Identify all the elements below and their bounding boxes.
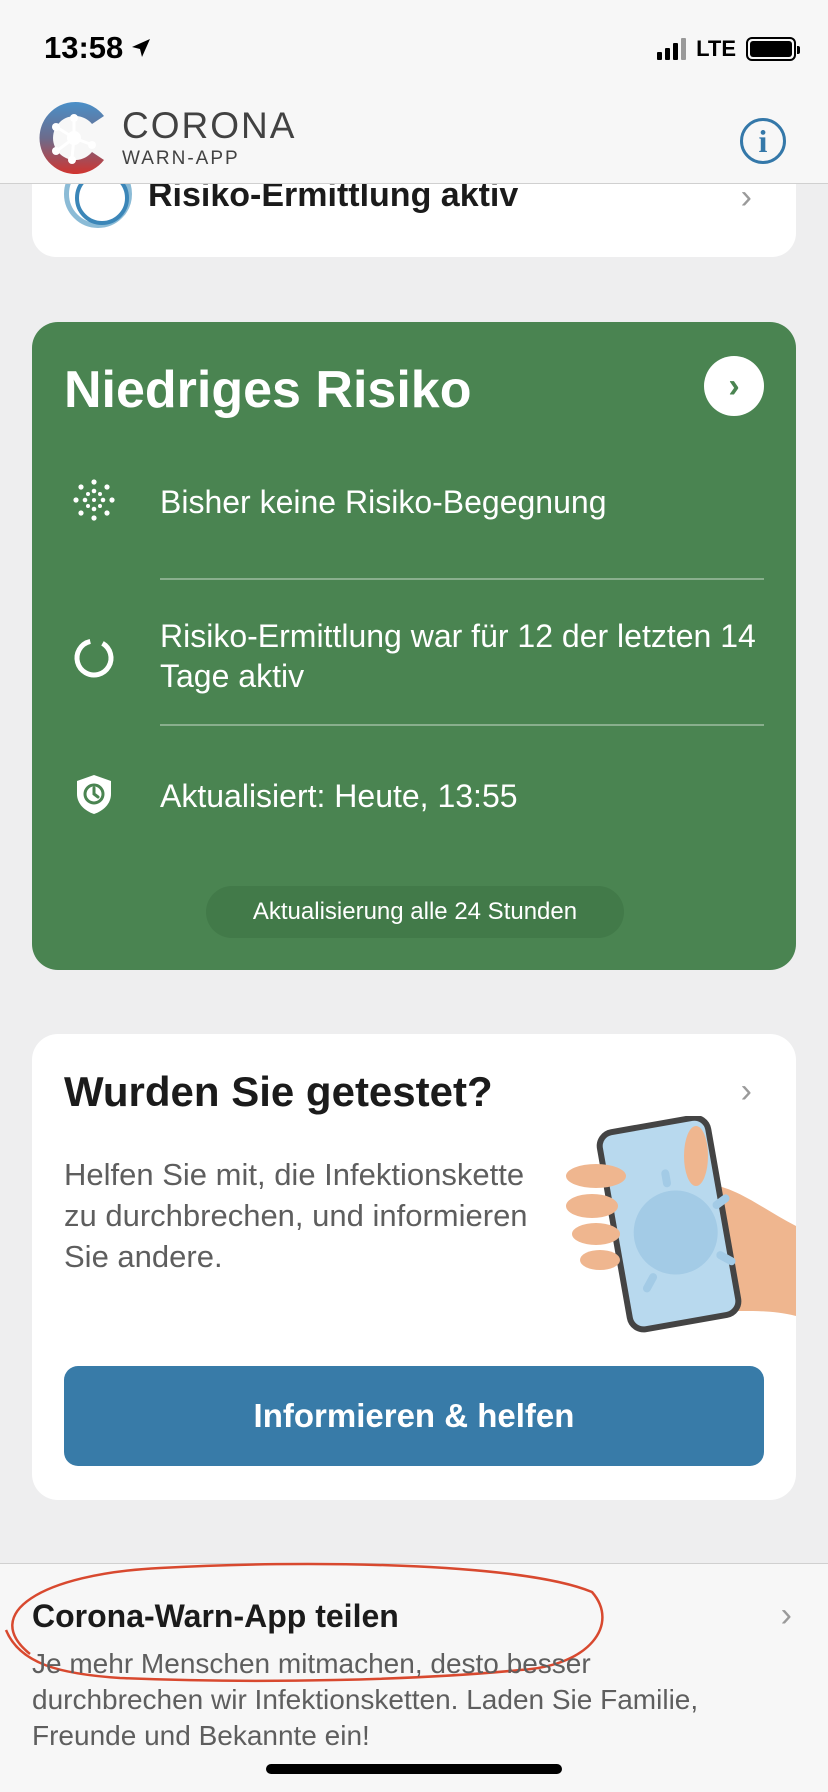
risk-divider <box>160 578 764 580</box>
test-card-title: Wurden Sie getestet? <box>64 1068 493 1115</box>
chevron-right-icon: › <box>740 1072 752 1110</box>
home-indicator[interactable] <box>266 1764 562 1774</box>
risk-encounters-text: Bisher keine Risiko-Begegnung <box>160 484 607 520</box>
signal-icon <box>657 38 687 60</box>
logo-line-2: WARN-APP <box>122 147 240 169</box>
phone-in-hand-illustration <box>566 1116 796 1333</box>
update-interval-badge: Aktualisierung alle 24 Stunden <box>206 886 624 938</box>
location-arrow-icon <box>132 39 151 57</box>
progress-ring-icon <box>74 638 114 678</box>
risk-updated-text: Aktualisiert: Heute, 13:55 <box>160 778 518 814</box>
risk-tracing-days-text: Risiko-Ermittlung war für 12 der letzten… <box>160 618 756 694</box>
share-app-description: Je mehr Menschen mitmachen, desto besser… <box>32 1648 699 1751</box>
info-button[interactable]: i <box>740 118 786 164</box>
risk-row-tracing-days: Risiko-Ermittlung war für 12 der letzten… <box>32 612 796 702</box>
battery-icon <box>746 37 800 61</box>
test-card-description: Helfen Sie mit, die Infektionskette zu d… <box>64 1157 528 1274</box>
status-time-text: 13:58 <box>44 30 124 65</box>
logo-line-1: CORONA <box>122 104 297 146</box>
inform-and-help-button[interactable]: Informieren & helfen <box>64 1366 764 1466</box>
risk-row-updated: Aktualisiert: Heute, 13:55 <box>32 768 796 828</box>
chevron-right-icon: › <box>728 366 740 405</box>
risk-title: Niedriges Risiko <box>64 361 472 419</box>
logo-wordmark: CORONA WARN-APP <box>122 107 296 170</box>
app-header: 13:58 LTE CORONA WARN-APP i <box>0 0 828 184</box>
risk-card[interactable]: Niedriges Risiko › Bisher keine Risiko-B… <box>32 322 796 970</box>
virus-dots-icon <box>73 479 115 521</box>
info-icon: i <box>758 122 768 159</box>
shield-clock-icon <box>77 775 111 814</box>
test-card[interactable]: Wurden Sie getestet? › Helfen Sie mit, d… <box>32 1034 796 1500</box>
share-app-title: Corona-Warn-App teilen <box>32 1598 399 1634</box>
chevron-right-icon: › <box>780 1596 792 1634</box>
app-logo: CORONA WARN-APP <box>38 98 296 178</box>
share-app-row[interactable]: Corona-Warn-App teilen › Je mehr Mensche… <box>0 1562 828 1792</box>
risk-row-encounters: Bisher keine Risiko-Begegnung <box>32 474 796 534</box>
network-label: LTE <box>696 36 736 61</box>
corona-logo-icon <box>39 102 104 174</box>
status-indicators: LTE <box>657 36 800 62</box>
risk-divider <box>160 724 764 726</box>
risk-details-button[interactable]: › <box>704 356 764 416</box>
status-time: 13:58 <box>44 30 153 66</box>
